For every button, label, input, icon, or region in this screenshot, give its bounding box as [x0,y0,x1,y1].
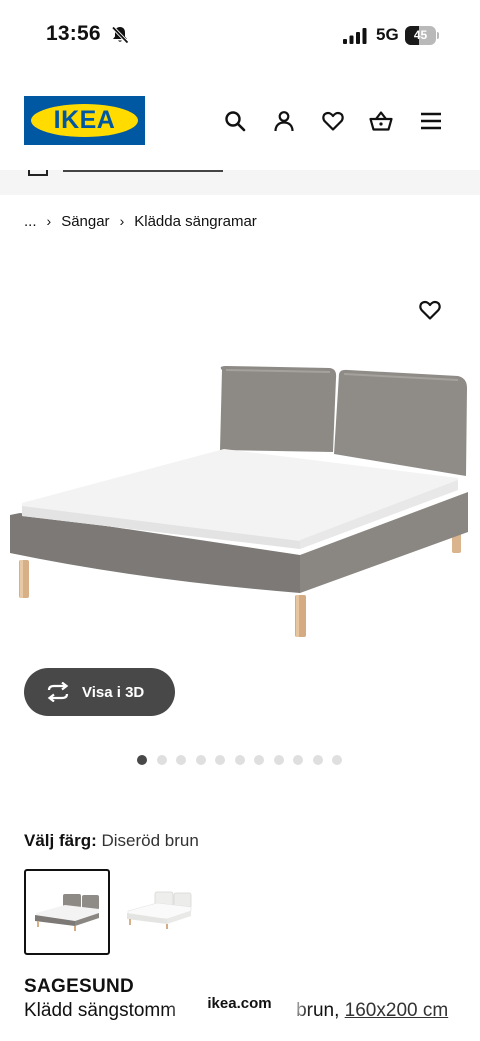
rotate-3d-icon [47,682,69,702]
pagination-dot[interactable] [273,755,284,765]
menu-icon[interactable] [419,109,443,133]
bed-thumbnail-grey [35,894,99,931]
pagination-dot[interactable] [234,755,245,765]
chevron-right-icon: › [46,213,52,229]
bed-thumbnail-white [127,891,192,929]
product-description-end: brun, [296,1000,340,1021]
breadcrumb-ellipsis[interactable]: ... [24,213,37,230]
account-icon[interactable] [272,109,296,133]
basket-icon[interactable] [369,109,393,133]
breadcrumb-item-kladda-sangramar[interactable]: Klädda sängramar [134,213,257,230]
status-time: 13:56 [46,22,101,45]
product-description-start: Klädd sängstomm [24,1000,177,1021]
site-header: IKEA [0,70,480,170]
breadcrumb: ... › Sängar › Klädda sängramar [24,211,257,231]
heart-icon[interactable] [321,109,345,133]
chevron-right-icon: › [119,213,125,229]
view-3d-label: Visa i 3D [82,683,145,701]
pagination-dot[interactable] [195,755,206,765]
view-3d-button[interactable]: Visa i 3D [24,668,175,716]
search-icon[interactable] [223,109,247,133]
pagination-dot[interactable] [332,755,342,765]
pagination-dot[interactable] [156,755,167,765]
network-label: 5G [376,25,399,44]
color-label-key: Välj färg: [24,831,97,850]
browser-url-pill[interactable]: ikea.com [188,985,291,1023]
color-swatch-white[interactable] [118,869,204,955]
pagination-dot[interactable] [215,755,225,765]
color-swatch-diserod-brun[interactable] [24,869,110,955]
sticky-subbar [0,170,480,195]
product-name: SAGESUND [24,976,135,997]
logo-text: IKEA [53,106,116,134]
heart-outline-icon[interactable] [418,298,442,322]
status-bar: 13:56 5G 45 [0,0,480,70]
battery-icon: 45 [405,26,439,45]
pagination-dot[interactable] [254,755,264,765]
signal-icon [343,28,367,44]
battery-percent: 45 [413,28,428,42]
bell-muted-icon [111,26,129,44]
product-size-link[interactable]: 160x200 cm [345,1000,449,1021]
color-label-value: Diseröd brun [101,831,199,850]
color-label: Välj färg: Diseröd brun [24,831,199,851]
gallery-pagination [137,755,352,765]
pagination-dot[interactable] [176,755,186,765]
store-icon [28,170,48,176]
bed-product-image [10,366,468,637]
breadcrumb-item-sangar[interactable]: Sängar [61,213,109,230]
subbar-link-underline [63,170,223,172]
pagination-dot[interactable] [312,755,323,765]
pagination-dot-active[interactable] [137,755,147,765]
pagination-dot[interactable] [293,755,303,765]
ikea-logo[interactable]: IKEA [24,96,145,145]
